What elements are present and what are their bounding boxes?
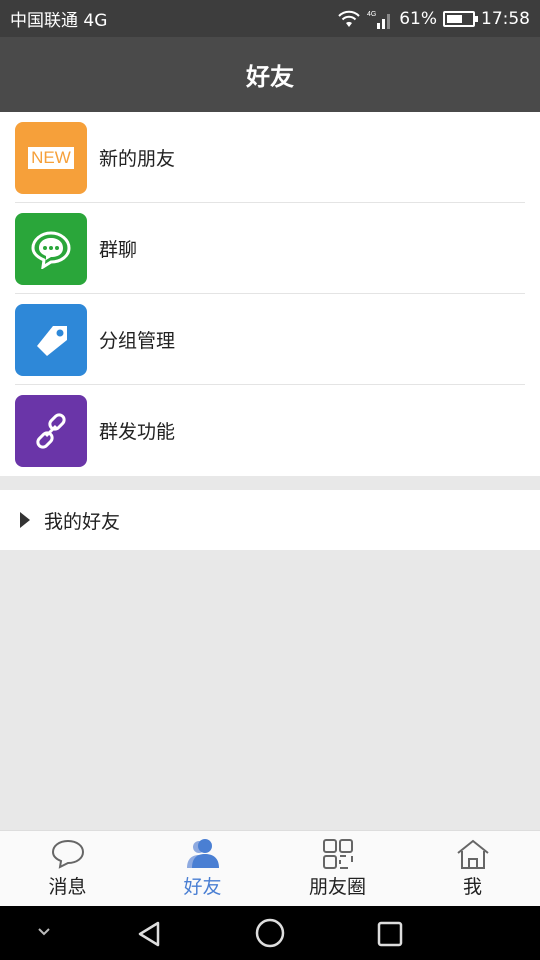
signal-icon: 4G (367, 11, 391, 29)
tab-me[interactable]: 我 (405, 831, 540, 906)
menu-item-label: 群聊 (99, 239, 138, 261)
battery-icon (443, 10, 478, 27)
tab-label: 消息 (48, 876, 87, 898)
tab-label: 我 (462, 876, 482, 898)
menu-item-new-friends[interactable]: NEW 新的朋友 (0, 112, 540, 203)
menu-list: NEW 新的朋友 群聊 分组管理 群发功能 (0, 112, 540, 476)
svg-text:4G: 4G (367, 11, 376, 18)
menu-item-label: 分组管理 (99, 330, 176, 352)
group-label: 我的好友 (44, 510, 121, 533)
menu-item-label: 群发功能 (99, 421, 176, 443)
new-icon: NEW (15, 121, 87, 194)
tab-moments[interactable]: 朋友圈 (270, 831, 405, 906)
expand-arrow-icon (20, 512, 30, 528)
menu-item-group-manage[interactable]: 分组管理 (0, 294, 540, 385)
moments-icon (322, 839, 353, 869)
back-icon[interactable] (136, 920, 164, 948)
bottom-tab-bar: 消息 好友 朋友圈 我 (0, 830, 540, 906)
tab-label: 好友 (183, 876, 222, 898)
wifi-icon (338, 10, 360, 27)
group-my-friends[interactable]: 我的好友 (0, 490, 540, 550)
tab-friends[interactable]: 好友 (135, 831, 270, 906)
recents-icon[interactable] (376, 920, 404, 948)
status-bar: 中国联通 4G 4G 61% 17:58 (0, 0, 540, 37)
clock: 17:58 (481, 8, 530, 29)
home-icon (456, 839, 489, 869)
tag-icon (15, 303, 87, 376)
menu-item-broadcast[interactable]: 群发功能 (0, 385, 540, 476)
chevron-down-icon[interactable] (36, 926, 52, 938)
carrier-label: 中国联通 4G (10, 11, 108, 31)
system-nav-bar (0, 906, 540, 960)
friends-icon (186, 839, 219, 868)
battery-level (447, 14, 462, 23)
tab-messages[interactable]: 消息 (0, 831, 135, 906)
tab-label: 朋友圈 (308, 876, 366, 898)
menu-item-label: 新的朋友 (99, 148, 176, 170)
header: 好友 (0, 37, 540, 112)
battery-percent: 61% (399, 8, 437, 29)
menu-item-group-chat[interactable]: 群聊 (0, 203, 540, 294)
message-icon (51, 839, 84, 869)
status-indicators: 4G 61% 17:58 (337, 9, 530, 29)
chat-bubble-icon (15, 212, 87, 285)
link-icon (15, 394, 87, 467)
page-title: 好友 (246, 63, 294, 91)
home-circle-icon[interactable] (255, 918, 285, 948)
new-badge: NEW (28, 146, 74, 169)
